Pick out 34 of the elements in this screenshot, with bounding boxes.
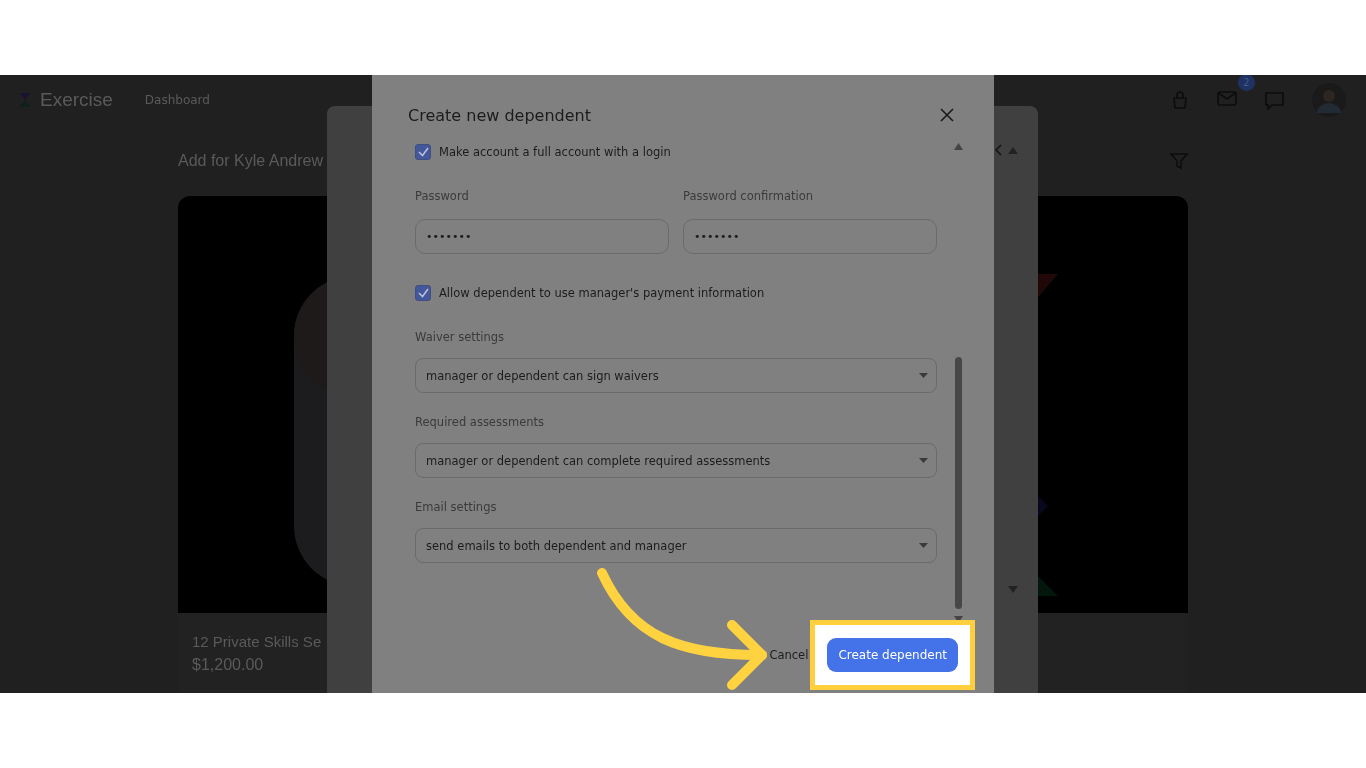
dropdown[interactable]: manager or dependent can sign waivers xyxy=(415,358,937,393)
caret-icon xyxy=(919,373,928,378)
caret-icon xyxy=(919,458,928,463)
card-title: 12 Private Skills Se xyxy=(192,633,323,650)
dialog-title: Create new dependent xyxy=(408,105,591,125)
field-label: Required assessments xyxy=(415,415,545,429)
caret-icon xyxy=(919,543,928,548)
dropdown[interactable]: send emails to both dependent and manager xyxy=(415,528,937,563)
checkbox-label: Make account a full account with a login xyxy=(439,145,671,159)
page-title: Add for Kyle Andrew xyxy=(178,151,323,170)
password-field[interactable]: ••••••• xyxy=(415,219,669,254)
avatar[interactable] xyxy=(1312,83,1346,117)
scroll-up-icon[interactable] xyxy=(953,143,963,150)
field-label: Password xyxy=(415,189,470,203)
close-button[interactable] xyxy=(940,108,954,122)
checkbox-label: Allow dependent to use manager's payment information xyxy=(439,286,765,300)
field-label: Email settings xyxy=(415,500,498,514)
scroll-up-icon[interactable] xyxy=(1008,146,1018,154)
brand-name[interactable]: Exercise xyxy=(40,89,113,111)
password-field[interactable]: ••••••• xyxy=(683,219,937,254)
field-label: Waiver settings xyxy=(415,330,505,344)
check-icon xyxy=(417,288,429,298)
checkbox[interactable] xyxy=(415,285,431,301)
nav-link[interactable]: Dashboard xyxy=(144,93,210,107)
create-dependent-button[interactable]: Create dependent xyxy=(827,638,958,672)
check-icon xyxy=(417,147,429,157)
dropdown[interactable]: manager or dependent can complete required assessments xyxy=(415,443,937,478)
cancel-button[interactable]: Cancel xyxy=(769,648,809,662)
scrollbar-thumb[interactable] xyxy=(954,357,962,609)
checkbox[interactable] xyxy=(415,144,431,160)
field-label: Password confirmation xyxy=(683,189,815,203)
close-icon xyxy=(940,108,954,122)
chevron-icon[interactable] xyxy=(995,144,1002,156)
card-price: $1,200.00 xyxy=(192,656,265,674)
